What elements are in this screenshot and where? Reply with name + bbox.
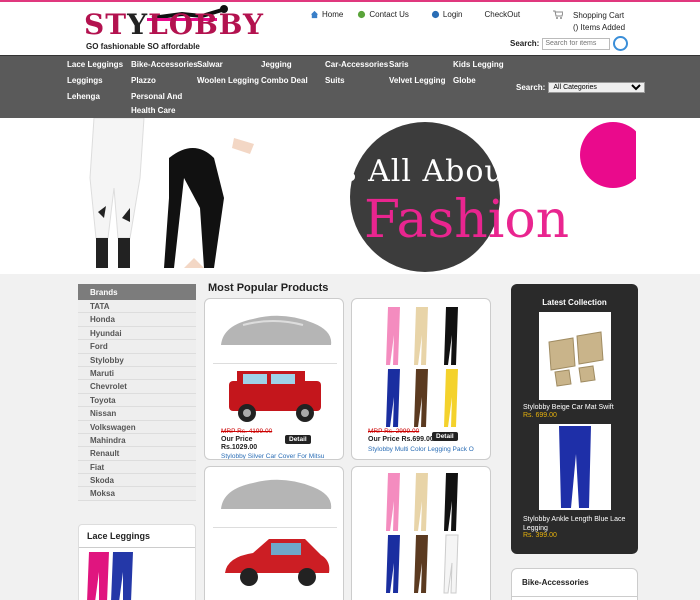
- contact-icon: [358, 10, 366, 19]
- logo[interactable]: STYLOBBY GO fashionable SO affordable: [80, 5, 263, 54]
- search-label: Search:: [510, 39, 540, 48]
- nav-item-suits[interactable]: Suits: [325, 74, 345, 88]
- brands-title: Brands: [78, 284, 196, 300]
- our-price: Rs.1029.00: [221, 444, 258, 451]
- search-input[interactable]: [542, 37, 611, 50]
- leggings-pack-image: [386, 307, 458, 427]
- nav-item-velvet-legging[interactable]: Velvet Legging: [389, 74, 445, 88]
- lace-leggings-image: [87, 552, 133, 600]
- our-price-label: Our Price: [221, 436, 253, 443]
- brand-item[interactable]: Volkswagen: [78, 420, 196, 434]
- nav-item-leggings[interactable]: Leggings: [67, 74, 103, 88]
- banner-line2: Fashion: [364, 190, 570, 250]
- cart-icon: [553, 10, 563, 19]
- brand-item[interactable]: Honda: [78, 313, 196, 327]
- hero-banner[interactable]: It's All About Fashion: [74, 118, 636, 274]
- latest-item-price: Rs. 699.00: [523, 412, 557, 419]
- category-select[interactable]: All Categories: [548, 82, 646, 93]
- brand-item[interactable]: Stylobby: [78, 353, 196, 367]
- lace-leggings-box: Lace Leggings: [78, 524, 196, 600]
- popular-products: Most Popular Products MRP Rs. 4199.00 Ou…: [202, 282, 500, 600]
- bike-accessories-title: Bike-Accessories: [512, 569, 637, 597]
- category-search: Search: All Categories: [516, 82, 646, 93]
- home-link[interactable]: Home: [310, 10, 343, 19]
- home-icon: [310, 10, 319, 19]
- latest-title: Latest Collection: [542, 298, 607, 307]
- top-accent-line: [0, 0, 700, 2]
- nav-item-car-accessories[interactable]: Car-Accessories: [325, 58, 388, 72]
- brand-item[interactable]: Maruti: [78, 366, 196, 381]
- nav-item-kids-legging[interactable]: Kids Legging: [453, 58, 504, 72]
- product-card[interactable]: MRP Rs. 2999.00 Our Price Rs.699.00 Deta…: [351, 298, 491, 460]
- card-divider: [213, 363, 337, 364]
- car-cover-image: [221, 479, 332, 509]
- product-card[interactable]: [351, 466, 491, 600]
- latest-item-name[interactable]: Stylobby Ankle Length Blue Lace Legging: [523, 515, 633, 533]
- header-search: Search:: [510, 36, 629, 51]
- our-price: Our Price Rs.699.00: [368, 436, 434, 443]
- top-links: Home Contact Us Login CheckOut: [310, 10, 520, 19]
- brand-item[interactable]: Fiat: [78, 460, 196, 475]
- nav-item-lehenga[interactable]: Lehenga: [67, 90, 100, 104]
- category-nav: Lace Leggings Bike-Accessories Salwar Je…: [0, 55, 700, 118]
- card-divider: [213, 527, 337, 528]
- blue-legging-image[interactable]: [539, 424, 611, 510]
- nav-item-personal-and-health-care[interactable]: Personal And Health Care: [131, 90, 182, 118]
- brand-item[interactable]: Skoda: [78, 474, 196, 488]
- brand-item[interactable]: Chevrolet: [78, 380, 196, 394]
- nav-item-bike-accessories[interactable]: Bike-Accessories: [131, 58, 198, 72]
- leggings-pack-image: [386, 473, 459, 594]
- brands-sidebar: Brands TATA Honda Hyundai Ford Stylobby …: [78, 284, 196, 501]
- brand-item[interactable]: Hyundai: [78, 326, 196, 341]
- nav-item-plazzo[interactable]: Plazzo: [131, 74, 156, 88]
- cart-title: Shopping Cart: [573, 11, 625, 20]
- contact-link[interactable]: Contact Us: [357, 10, 409, 19]
- car-cover-image: [221, 315, 332, 345]
- brand-item[interactable]: Ford: [78, 340, 196, 354]
- brand-item[interactable]: Nissan: [78, 407, 196, 421]
- latest-collection: Latest Collection Stylobby Beige Car Mat…: [511, 284, 638, 554]
- logo-text: STYLOBBY: [84, 8, 264, 41]
- logo-tagline: GO fashionable SO affordable: [86, 42, 200, 51]
- brand-item[interactable]: Moksa: [78, 487, 196, 501]
- leggings-model-image: [89, 118, 254, 268]
- popular-title: Most Popular Products: [208, 282, 329, 294]
- latest-item-price: Rs. 399.00: [523, 532, 557, 539]
- banner-line1: It's All About: [306, 154, 518, 189]
- detail-button[interactable]: Detail: [432, 432, 458, 441]
- brand-item[interactable]: TATA: [78, 300, 196, 314]
- product-card[interactable]: [204, 466, 344, 600]
- nav-item-woolen-legging[interactable]: Woolen Legging: [197, 74, 259, 88]
- shopping-cart[interactable]: Shopping Cart () Items Added: [553, 10, 626, 34]
- mrp-price: MRP Rs. 4199.00: [221, 428, 273, 435]
- latest-item-name[interactable]: Stylobby Beige Car Mat Swift: [523, 403, 633, 412]
- nav-item-saris[interactable]: Saris: [389, 58, 409, 72]
- mrp-price: MRP Rs. 2999.00: [368, 428, 420, 435]
- login-icon: [431, 10, 440, 19]
- product-name[interactable]: Stylobby Silver Car Cover For Mitsu: [221, 453, 339, 459]
- nav-item-combo-deal[interactable]: Combo Deal: [261, 74, 308, 88]
- category-search-label: Search:: [516, 83, 546, 92]
- nav-item-jegging[interactable]: Jegging: [261, 58, 292, 72]
- banner-pink-circle: [580, 122, 636, 188]
- brand-item[interactable]: Renault: [78, 447, 196, 461]
- nav-item-lace-leggings[interactable]: Lace Leggings: [67, 58, 123, 72]
- brand-item[interactable]: Mahindra: [78, 433, 196, 448]
- car-mat-image[interactable]: [539, 312, 611, 400]
- cart-count: () Items Added: [573, 23, 626, 32]
- lace-leggings-title: Lace Leggings: [79, 525, 195, 548]
- nav-item-globe[interactable]: Globe: [453, 74, 476, 88]
- product-card[interactable]: MRP Rs. 4199.00 Our Price Rs.1029.00 Det…: [204, 298, 344, 460]
- checkout-link[interactable]: CheckOut: [485, 10, 521, 19]
- detail-button[interactable]: Detail: [285, 435, 311, 444]
- brand-item[interactable]: Toyota: [78, 393, 196, 408]
- hatchback-image: [225, 539, 330, 586]
- bike-accessories-box: Bike-Accessories: [511, 568, 638, 600]
- search-icon[interactable]: [613, 36, 629, 51]
- product-name[interactable]: Stylobby Multi Color Legging Pack O: [368, 446, 486, 453]
- suv-image: [229, 371, 321, 422]
- login-link[interactable]: Login: [431, 10, 463, 19]
- nav-item-salwar[interactable]: Salwar: [197, 58, 223, 72]
